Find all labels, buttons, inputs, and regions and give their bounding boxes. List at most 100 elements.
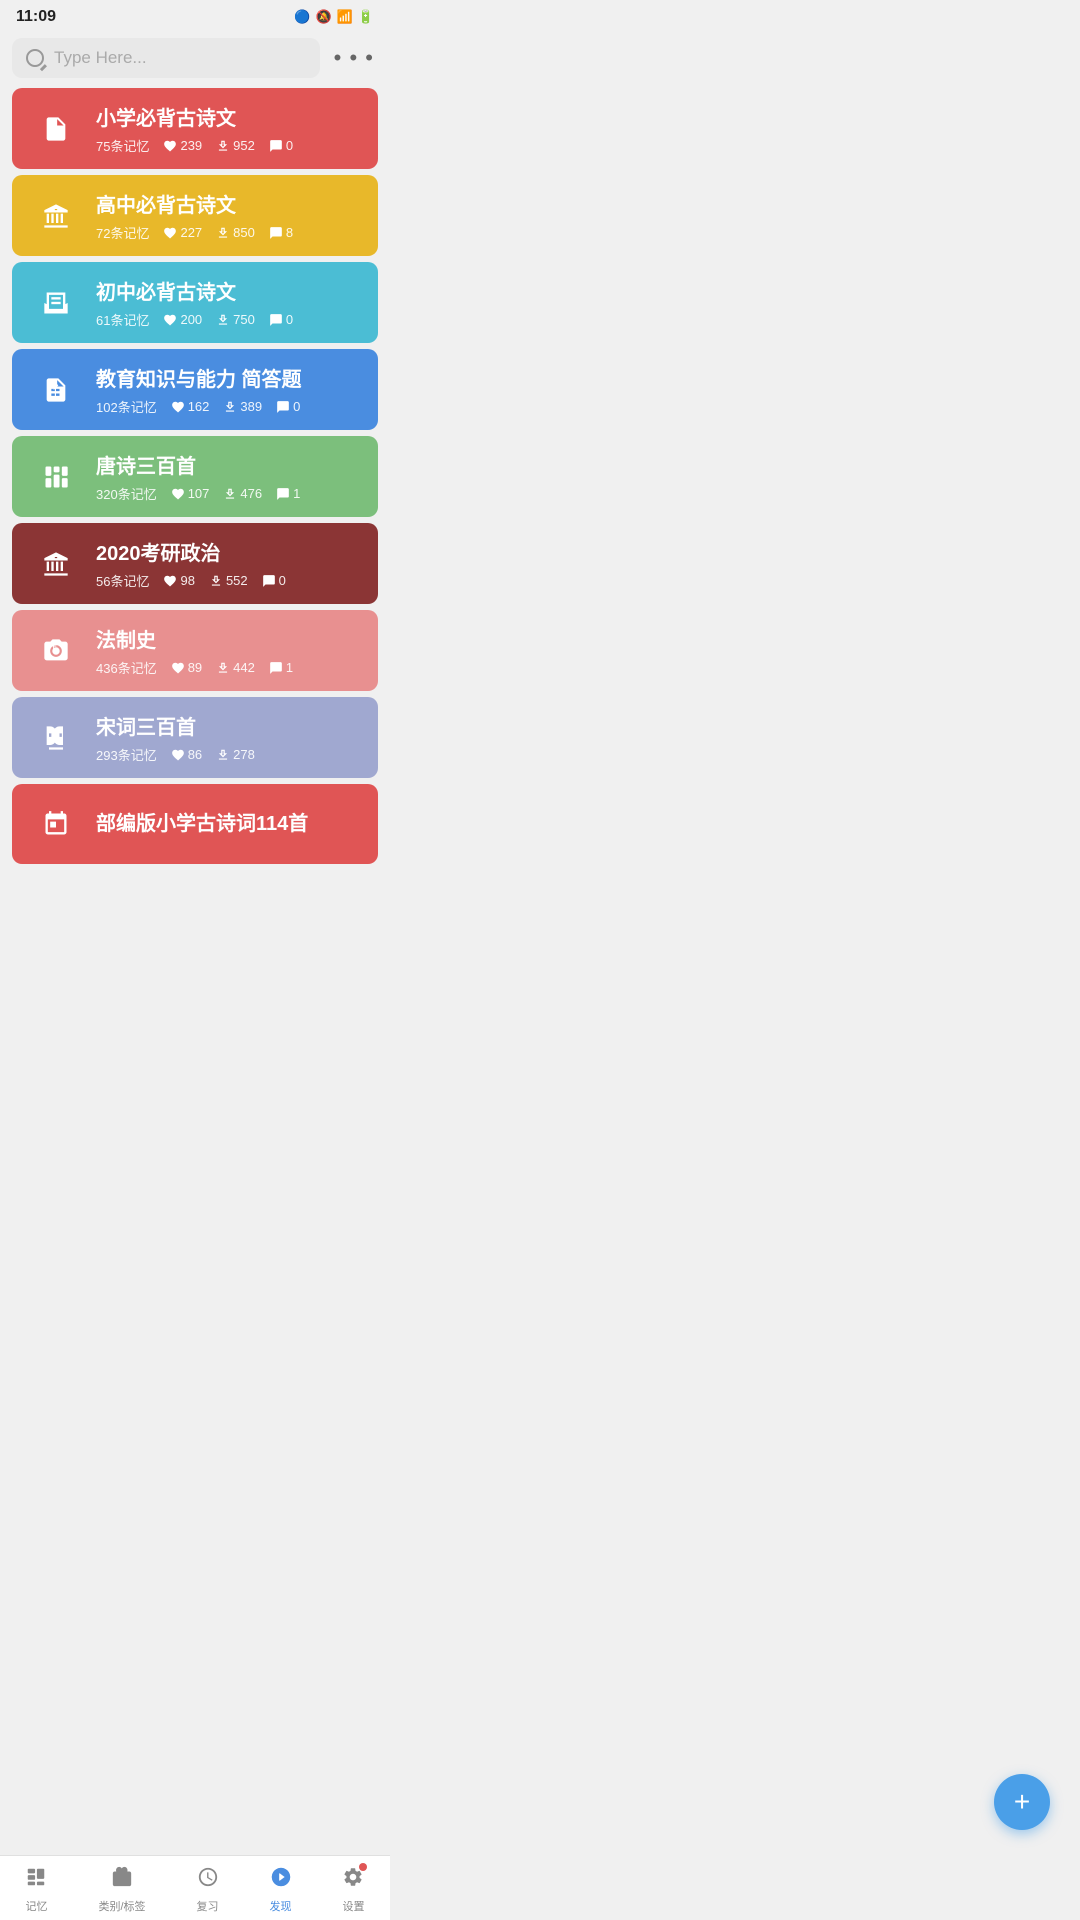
card-likes: 227 <box>163 225 202 240</box>
card-title: 小学必背古诗文 <box>96 102 360 131</box>
card-downloads: 476 <box>223 486 262 501</box>
card-item-3[interactable]: 初中必背古诗文 61条记忆 200 750 0 <box>12 262 378 343</box>
card-item-2[interactable]: 高中必背古诗文 72条记忆 227 850 8 <box>12 175 378 256</box>
card-item-4[interactable]: 教育知识与能力 简答题 102条记忆 162 389 0 <box>12 349 378 430</box>
card-count: 56条记忆 <box>96 571 149 590</box>
nav-icon-wrapper <box>111 1866 133 1894</box>
card-downloads: 952 <box>216 138 255 153</box>
bluetooth-icon: 🔵 <box>294 9 310 25</box>
card-comments: 0 <box>269 312 293 327</box>
card-likes: 200 <box>163 312 202 327</box>
nav-item-review[interactable]: 复习 <box>187 1864 229 1916</box>
card-icon <box>30 538 82 590</box>
card-icon <box>30 103 82 155</box>
card-downloads: 552 <box>209 573 248 588</box>
card-comments: 0 <box>269 138 293 153</box>
card-title: 法制史 <box>96 624 360 653</box>
card-meta: 56条记忆 98 552 0 <box>96 571 360 590</box>
nav-icon-wrapper <box>25 1866 47 1894</box>
nav-item-memory[interactable]: 记忆 <box>15 1864 57 1916</box>
card-downloads: 442 <box>216 660 255 675</box>
card-title: 唐诗三百首 <box>96 450 360 479</box>
card-count: 61条记忆 <box>96 310 149 329</box>
card-downloads: 850 <box>216 225 255 240</box>
card-meta: 102条记忆 162 389 0 <box>96 397 360 416</box>
card-count: 72条记忆 <box>96 223 149 242</box>
card-count: 320条记忆 <box>96 484 157 503</box>
status-time: 11:09 <box>16 8 56 26</box>
card-comments: 0 <box>276 399 300 414</box>
card-item-7[interactable]: + 法制史 436条记忆 89 442 1 <box>12 610 378 691</box>
card-content: 宋词三百首 293条记忆 86 278 <box>96 711 360 764</box>
nav-item-discover[interactable]: 发现 <box>260 1864 302 1916</box>
card-item-8[interactable]: 宋词三百首 293条记忆 86 278 <box>12 697 378 778</box>
card-title: 2020考研政治 <box>96 537 360 566</box>
card-meta: 320条记忆 107 476 1 <box>96 484 360 503</box>
add-fab-button[interactable]: + <box>994 1774 1050 1830</box>
card-comments: 1 <box>269 660 293 675</box>
card-icon <box>30 277 82 329</box>
card-content: 初中必背古诗文 61条记忆 200 750 0 <box>96 276 360 329</box>
card-icon <box>30 798 82 850</box>
nav-label-review: 复习 <box>197 1898 219 1914</box>
card-downloads: 389 <box>223 399 262 414</box>
card-title: 部编版小学古诗词114首 <box>96 807 360 836</box>
card-item-5[interactable]: 唐诗三百首 320条记忆 107 476 1 <box>12 436 378 517</box>
card-meta: 436条记忆 89 442 1 <box>96 658 360 677</box>
card-item-6[interactable]: 2020考研政治 56条记忆 98 552 0 <box>12 523 378 604</box>
nav-label-settings: 设置 <box>342 1898 364 1914</box>
nav-item-category[interactable]: 类别/标签 <box>88 1864 155 1916</box>
card-item-9[interactable]: 部编版小学古诗词114首 <box>12 784 378 864</box>
svg-text:+: + <box>50 639 57 652</box>
card-title: 初中必背古诗文 <box>96 276 360 305</box>
card-meta: 75条记忆 239 952 0 <box>96 136 360 155</box>
card-title: 宋词三百首 <box>96 711 360 740</box>
card-count: 75条记忆 <box>96 136 149 155</box>
card-icon <box>30 451 82 503</box>
card-title: 教育知识与能力 简答题 <box>96 363 360 392</box>
card-icon <box>30 364 82 416</box>
mute-icon: 🔕 <box>315 9 331 25</box>
card-content: 唐诗三百首 320条记忆 107 476 1 <box>96 450 360 503</box>
search-input-wrapper[interactable]: Type Here... <box>12 38 320 78</box>
card-icon: + <box>30 625 82 677</box>
card-comments: 1 <box>276 486 300 501</box>
status-icons: 🔵 🔕 📶 🔋 <box>294 9 374 25</box>
card-content: 法制史 436条记忆 89 442 1 <box>96 624 360 677</box>
card-likes: 98 <box>163 573 194 588</box>
nav-item-settings[interactable]: 设置 <box>332 1864 374 1916</box>
card-count: 436条记忆 <box>96 658 157 677</box>
card-item-1[interactable]: 小学必背古诗文 75条记忆 239 952 0 <box>12 88 378 169</box>
discover-nav-icon <box>270 1868 292 1893</box>
card-likes: 89 <box>171 660 202 675</box>
settings-nav-icon <box>342 1868 364 1893</box>
card-list: 小学必背古诗文 75条记忆 239 952 0 高中必背古诗文 72条记忆 22… <box>0 88 390 950</box>
card-comments: 0 <box>262 573 286 588</box>
card-content: 高中必背古诗文 72条记忆 227 850 8 <box>96 189 360 242</box>
card-meta: 293条记忆 86 278 <box>96 745 360 764</box>
nav-label-discover: 发现 <box>270 1898 292 1914</box>
card-likes: 162 <box>171 399 210 414</box>
card-meta: 61条记忆 200 750 0 <box>96 310 360 329</box>
battery-icon: 🔋 <box>358 9 374 25</box>
status-bar: 11:09 🔵 🔕 📶 🔋 <box>0 0 390 32</box>
search-placeholder: Type Here... <box>54 48 147 68</box>
card-content: 小学必背古诗文 75条记忆 239 952 0 <box>96 102 360 155</box>
settings-badge <box>359 1863 367 1871</box>
card-title: 高中必背古诗文 <box>96 189 360 218</box>
card-likes: 239 <box>163 138 202 153</box>
nav-label-memory: 记忆 <box>25 1898 47 1914</box>
search-bar: Type Here... • • • <box>12 38 378 78</box>
card-content: 教育知识与能力 简答题 102条记忆 162 389 0 <box>96 363 360 416</box>
card-likes: 107 <box>171 486 210 501</box>
nav-icon-wrapper <box>342 1866 364 1894</box>
more-options-button[interactable]: • • • <box>330 41 378 75</box>
card-meta: 72条记忆 227 850 8 <box>96 223 360 242</box>
card-comments: 8 <box>269 225 293 240</box>
card-count: 102条记忆 <box>96 397 157 416</box>
card-icon <box>30 190 82 242</box>
category-nav-icon <box>111 1868 133 1893</box>
bottom-all: 记忆 类别/标签 复习 发现 <box>0 1865 390 1920</box>
card-content: 2020考研政治 56条记忆 98 552 0 <box>96 537 360 590</box>
wifi-icon: 📶 <box>337 9 353 25</box>
